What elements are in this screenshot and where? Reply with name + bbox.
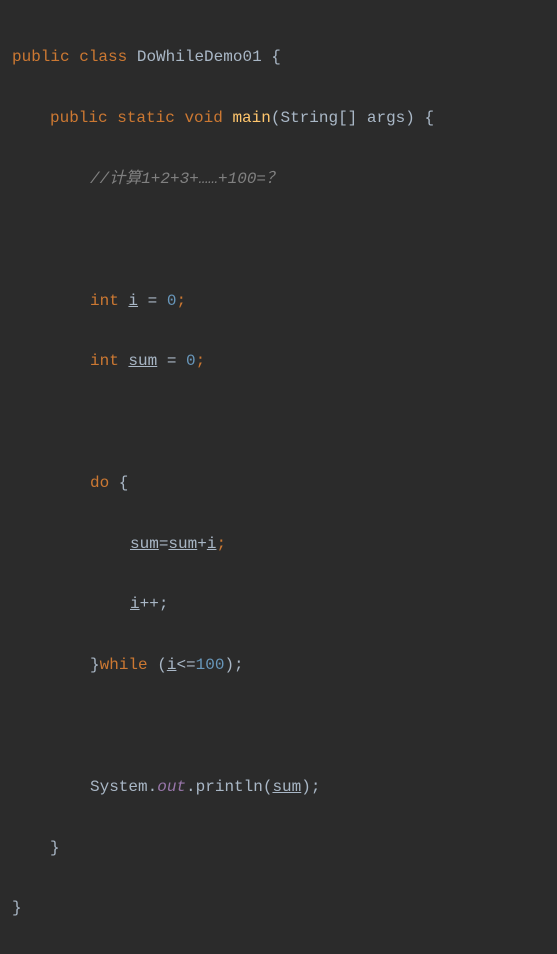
var-i: i [167,656,177,674]
var-i: i [207,535,217,553]
brace-close: } [50,839,60,857]
var-sum: sum [128,352,157,370]
keyword-class: class [79,48,127,66]
system-out: System. [90,778,157,796]
code-line-3[interactable]: //计算1+2+3+……+100=？ [4,164,557,194]
keyword-void: void [184,109,222,127]
number-zero: 0 [186,352,196,370]
class-name: DoWhileDemo01 [137,48,262,66]
equals: = [138,292,167,310]
code-line-4[interactable]: int i = 0; [4,286,557,316]
keyword-static: static [117,109,175,127]
brace-open: { [109,474,128,492]
brace-close: } [12,899,22,917]
semicolon: ; [176,292,186,310]
method-name: main [232,109,270,127]
var-sum: sum [130,535,159,553]
code-line-1[interactable]: public class DoWhileDemo01 { [4,42,557,72]
keyword-int: int [90,292,119,310]
condition: <= [176,656,195,674]
code-line-2[interactable]: public static void main(String[] args) { [4,103,557,133]
code-editor[interactable]: public class DoWhileDemo01 { public stat… [0,12,557,954]
comment: //计算1+2+3+……+100=？ [90,170,282,188]
plus: + [197,535,207,553]
equals: = [157,352,186,370]
keyword-int: int [90,352,119,370]
number-100: 100 [196,656,225,674]
increment: ++; [140,595,169,613]
equals: = [159,535,169,553]
semicolon: ; [216,535,226,553]
paren-open: ( [148,656,167,674]
number-zero: 0 [167,292,177,310]
keyword-public: public [12,48,70,66]
var-i: i [128,292,138,310]
keyword-do: do [90,474,109,492]
code-line-7[interactable]: sum=sum+i; [4,529,557,559]
paren-close: ); [224,656,243,674]
code-line-12[interactable]: } [4,893,557,923]
code-line-blank[interactable] [4,407,557,437]
code-line-6[interactable]: do { [4,468,557,498]
brace-open: { [262,48,281,66]
var-sum: sum [168,535,197,553]
code-line-blank[interactable] [4,225,557,255]
method-println: .println( [186,778,272,796]
keyword-while: while [100,656,148,674]
method-params: (String[] args) { [271,109,434,127]
code-line-10[interactable]: System.out.println(sum); [4,772,557,802]
keyword-public: public [50,109,108,127]
code-line-5[interactable]: int sum = 0; [4,346,557,376]
var-i: i [130,595,140,613]
field-out: out [157,778,186,796]
var-sum: sum [272,778,301,796]
code-line-blank[interactable] [4,711,557,741]
paren-close: ); [301,778,320,796]
code-line-8[interactable]: i++; [4,589,557,619]
code-line-9[interactable]: }while (i<=100); [4,650,557,680]
semicolon: ; [196,352,206,370]
code-line-11[interactable]: } [4,833,557,863]
brace-close: } [90,656,100,674]
